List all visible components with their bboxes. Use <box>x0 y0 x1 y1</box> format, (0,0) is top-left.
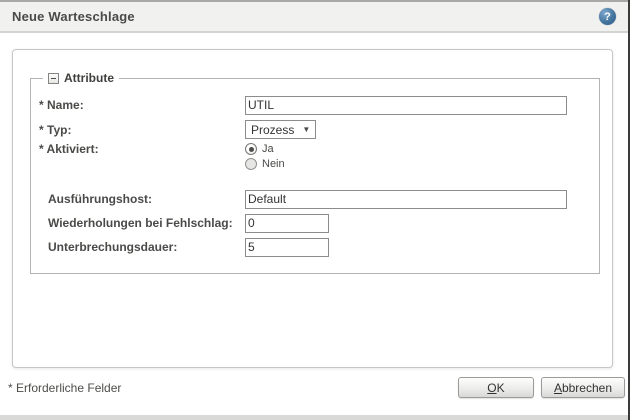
aktiviert-label: * Aktiviert: <box>39 142 245 156</box>
fieldset-legend-label: Attribute <box>64 71 114 85</box>
dialog-header: Neue Warteschlage ? <box>0 2 630 33</box>
collapse-icon[interactable] <box>48 73 59 84</box>
help-icon[interactable]: ? <box>599 8 616 25</box>
cancel-button-label: Abbrechen <box>554 381 612 395</box>
unterbrechungsdauer-label: Unterbrechungsdauer: <box>39 240 245 254</box>
typ-select-value: Prozess <box>251 123 294 137</box>
typ-row: * Typ: Prozess ▼ <box>39 117 599 142</box>
radio-option-nein-label: Nein <box>262 158 285 170</box>
typ-label: * Typ: <box>39 123 245 137</box>
ausfuehrungshost-row: Ausführungshost: <box>39 187 599 211</box>
wiederholungen-label: Wiederholungen bei Fehlschlag: <box>39 216 245 230</box>
required-fields-note: * Erforderliche Felder <box>8 381 121 395</box>
name-label: * Name: <box>39 98 245 112</box>
content-panel: Attribute * Name: * Typ: Prozess ▼ * Akt… <box>12 49 613 368</box>
form-rows: * Name: * Typ: Prozess ▼ * Aktiviert: Ja <box>31 79 599 259</box>
wiederholungen-row: Wiederholungen bei Fehlschlag: <box>39 211 599 235</box>
ok-button[interactable]: OK <box>458 377 534 398</box>
unterbrechungsdauer-input[interactable] <box>245 238 329 257</box>
radio-option-ja[interactable]: Ja <box>245 143 285 155</box>
aktiviert-radio-group: Ja Nein <box>245 142 285 170</box>
name-row: * Name: <box>39 93 599 117</box>
name-input[interactable] <box>245 96 567 115</box>
radio-icon[interactable] <box>245 158 257 170</box>
caret-down-icon: ▼ <box>302 125 310 134</box>
ausfuehrungshost-label: Ausführungshost: <box>39 192 245 206</box>
wiederholungen-input[interactable] <box>245 214 329 233</box>
dialog-buttons: OK Abbrechen <box>458 377 625 398</box>
attribute-fieldset: Attribute * Name: * Typ: Prozess ▼ * Akt… <box>30 78 600 274</box>
help-icon-glyph: ? <box>604 11 611 23</box>
radio-icon[interactable] <box>245 143 257 155</box>
ausfuehrungshost-input[interactable] <box>245 190 567 209</box>
typ-select[interactable]: Prozess ▼ <box>245 120 316 139</box>
window-bottom-edge <box>0 415 630 420</box>
unterbrechungsdauer-row: Unterbrechungsdauer: <box>39 235 599 259</box>
radio-option-nein[interactable]: Nein <box>245 158 285 170</box>
aktiviert-row: * Aktiviert: Ja Nein <box>39 142 599 176</box>
fieldset-legend: Attribute <box>43 71 119 85</box>
cancel-button[interactable]: Abbrechen <box>541 377 625 398</box>
ok-button-label: OK <box>471 381 521 395</box>
dialog-title: Neue Warteschlage <box>12 9 135 24</box>
radio-option-ja-label: Ja <box>262 143 274 155</box>
